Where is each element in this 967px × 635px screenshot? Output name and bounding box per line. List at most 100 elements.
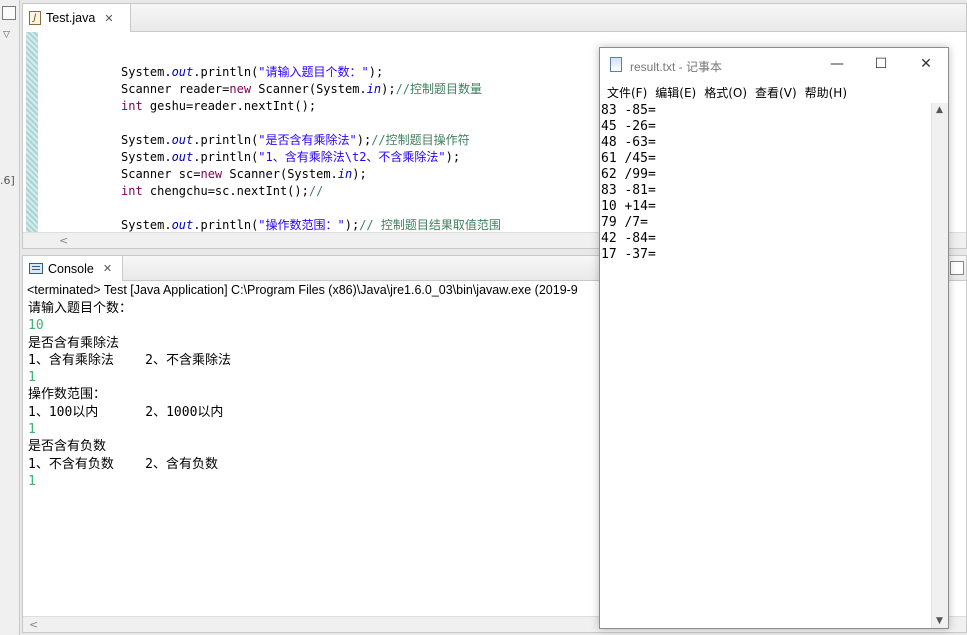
code-token: new: [229, 82, 252, 96]
code-token: chengchu=sc.nextInt();: [142, 184, 309, 198]
text-line: 61 /45=: [601, 151, 656, 166]
code-token: out: [171, 65, 194, 79]
tab-label: Test.java: [46, 11, 96, 25]
code-line: int chengchu=sc.nextInt();//: [121, 183, 501, 200]
code-token: .println(: [193, 133, 259, 147]
notepad-menubar: 文件(F) 编辑(E) 格式(O) 查看(V) 帮助(H): [600, 81, 948, 103]
code-line: System.out.println("1、含有乘除法\t2、不含乘除法");: [121, 149, 501, 166]
code-token: int: [121, 99, 143, 113]
code-token: out: [171, 218, 194, 232]
code-token: "操作数范围：": [258, 218, 345, 232]
menu-edit[interactable]: 编辑(E): [654, 84, 703, 101]
code-line: System.out.println("是否含有乘除法");//控制题目操作符: [121, 132, 501, 149]
tab-test-java[interactable]: J Test.java ✕: [23, 4, 131, 32]
code-token: in: [366, 82, 382, 96]
maximize-button[interactable]: ☐: [870, 54, 892, 74]
code-line: int geshu=reader.nextInt();: [121, 98, 501, 115]
text-line: 42 -84=: [601, 231, 656, 246]
close-icon[interactable]: ✕: [104, 12, 113, 25]
text-line: 83 -81=: [601, 183, 656, 198]
console-tab-label: Console: [48, 261, 94, 276]
text-line: 45 -26=: [601, 119, 656, 134]
console-output-line: 1、含有乘除法 2、不含乘除法: [28, 352, 231, 368]
console-input-line: 10: [28, 318, 44, 334]
code-token: System.: [121, 218, 172, 232]
code-token: new: [200, 167, 223, 181]
console-output-line: 1、100以内 2、1000以内: [28, 404, 224, 420]
close-button[interactable]: ✕: [915, 54, 937, 74]
console-output-line: 1、不含有负数 2、含有负数: [28, 456, 218, 472]
code-token: in: [337, 167, 353, 181]
editor-tab-bar: J Test.java ✕: [23, 4, 966, 32]
code-token: );: [381, 82, 396, 96]
code-token: );: [352, 167, 367, 181]
code-token: );: [445, 150, 461, 164]
editor-gutter: [26, 32, 38, 232]
code-token: System.: [121, 133, 172, 147]
code-area[interactable]: System.out.println("请输入题目个数："); Scanner r…: [121, 64, 501, 234]
menu-file[interactable]: 文件(F): [606, 84, 654, 101]
code-token: "是否含有乘除法": [258, 133, 357, 147]
scroll-up-icon[interactable]: ▲: [936, 105, 943, 115]
text-line: 48 -63=: [601, 135, 656, 150]
menu-help[interactable]: 帮助(H): [804, 84, 854, 101]
scroll-left-icon[interactable]: <: [29, 618, 38, 631]
terminated-status: <terminated> Test [Java Application] C:\…: [27, 283, 578, 297]
console-output-line: 操作数范围：: [28, 387, 107, 403]
code-token: out: [171, 150, 194, 164]
menu-format[interactable]: 格式(O): [703, 84, 754, 101]
window-title: result.txt - 记事本: [630, 60, 723, 74]
console-output-line: 是否含有乘除法: [28, 335, 120, 351]
console-output-line: 是否含有负数: [28, 439, 107, 455]
left-side-strip: ▽ .6]: [0, 0, 20, 635]
side-annotation: .6]: [0, 174, 15, 187]
text-line: 62 /99=: [601, 167, 656, 182]
restore-icon[interactable]: [2, 6, 16, 20]
console-input-line: 1: [28, 473, 36, 489]
code-token: // 控制题目结果取值范围: [359, 218, 501, 232]
notepad-window: result.txt - 记事本 — ☐ ✕ 文件(F) 编辑(E) 格式(O)…: [599, 47, 949, 629]
code-token: Scanner(System.: [251, 82, 367, 96]
notepad-vertical-scrollbar[interactable]: ▲ ▼: [931, 103, 948, 628]
code-line: System.out.println("请输入题目个数：");: [121, 64, 501, 81]
code-token: System.: [121, 150, 172, 164]
menu-view[interactable]: 查看(V): [754, 84, 804, 101]
code-token: );: [356, 133, 372, 147]
code-token: System.: [121, 65, 172, 79]
code-token: Scanner reader=: [121, 82, 230, 96]
code-token: );: [368, 65, 384, 79]
code-token: .println(: [193, 150, 259, 164]
console-input-line: 1: [28, 422, 36, 438]
console-input-line: 1: [28, 370, 36, 386]
code-token: geshu=reader.nextInt();: [142, 99, 317, 113]
code-line: Scanner sc=new Scanner(System.in);: [121, 166, 501, 183]
scroll-down-icon[interactable]: ▼: [936, 616, 943, 626]
console-icon: [29, 263, 43, 274]
notepad-icon: [610, 57, 622, 72]
code-token: //: [308, 184, 324, 198]
close-icon[interactable]: ✕: [103, 262, 112, 275]
text-line: 79 /7=: [601, 215, 648, 230]
console-output-line: 请输入题目个数：: [28, 301, 133, 316]
text-line: 10 +14=: [601, 199, 656, 214]
code-token: );: [344, 218, 360, 232]
code-token: //控制题目操作符: [371, 133, 470, 147]
console-output[interactable]: 请输入题目个数： 10 是否含有乘除法 1、含有乘除法 2、不含乘除法 1 操作数范围： 1…: [28, 300, 231, 490]
code-line: Scanner reader=new Scanner(System.in);//…: [121, 81, 501, 98]
tab-console[interactable]: Console ✕: [23, 256, 123, 281]
code-token: Scanner(System.: [222, 167, 338, 181]
code-token: .println(: [193, 65, 259, 79]
minimize-button[interactable]: —: [826, 54, 848, 74]
code-token: //控制题目数量: [395, 82, 483, 96]
view-menu-icon[interactable]: ▽: [3, 30, 10, 40]
text-line: 17 -37=: [601, 247, 656, 262]
text-line: 83 -85=: [601, 103, 656, 118]
notepad-titlebar[interactable]: result.txt - 记事本 — ☐ ✕: [600, 48, 948, 81]
code-token: "请输入题目个数：": [258, 65, 369, 79]
scroll-left-icon[interactable]: <: [59, 234, 68, 247]
code-token: out: [171, 133, 194, 147]
notepad-text-area[interactable]: 83 -85= 45 -26= 48 -63= 61 /45= 62 /99= 83 -8…: [600, 103, 931, 628]
minimize-view-icon[interactable]: [950, 261, 964, 275]
